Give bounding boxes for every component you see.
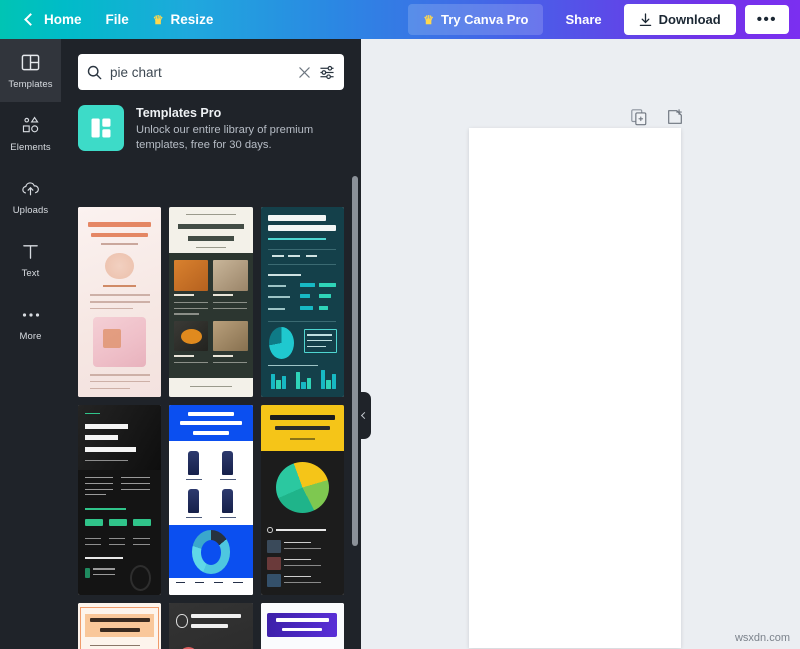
file-menu-button[interactable]: File: [94, 5, 141, 34]
top-toolbar-right-group: ♛ Try Canva Pro Share Download •••: [408, 4, 800, 35]
design-page-canvas[interactable]: [469, 128, 681, 648]
template-thumbnail[interactable]: [260, 603, 344, 649]
templates-grid-icon: [20, 52, 42, 74]
templates-panel: pie chart Templates Pro Unlock our entir…: [61, 39, 361, 649]
file-label: File: [105, 12, 129, 27]
page-tools: [629, 107, 685, 127]
template-thumbnail[interactable]: [260, 207, 344, 397]
sidebar-item-uploads[interactable]: Uploads: [0, 165, 61, 228]
sidebar-item-templates[interactable]: Templates: [0, 39, 61, 102]
home-label: Home: [44, 12, 82, 27]
templates-pro-title: Templates Pro: [136, 106, 222, 120]
templates-pro-icon: [78, 105, 124, 151]
top-toolbar: Home File ♛ Resize ♛ Try Canva Pro Share: [0, 0, 800, 39]
resize-label: Resize: [170, 12, 214, 27]
template-thumbnail[interactable]: [169, 405, 253, 595]
share-button[interactable]: Share: [552, 4, 614, 35]
templates-pro-subtitle: Unlock our entire library of premium tem…: [136, 124, 314, 152]
template-thumbnail[interactable]: [260, 405, 344, 595]
watermark-label: wsxdn.com: [734, 632, 790, 644]
templates-grid-scroll: [61, 207, 361, 649]
sidebar-item-label: Text: [21, 267, 40, 279]
template-thumbnail[interactable]: [78, 405, 162, 595]
ellipsis-icon: •••: [756, 11, 777, 28]
more-options-button[interactable]: •••: [744, 5, 789, 34]
duplicate-page-icon[interactable]: [629, 107, 649, 127]
crown-icon: ♛: [152, 12, 164, 27]
text-t-icon: [20, 241, 42, 263]
close-x-icon[interactable]: [298, 66, 311, 79]
sidebar-item-label: Elements: [10, 141, 51, 153]
download-icon: [639, 12, 651, 26]
template-thumbnail[interactable]: [169, 207, 253, 397]
template-thumbnail[interactable]: [78, 603, 162, 649]
panel-scrollbar[interactable]: [352, 176, 358, 588]
crown-icon: ♛: [423, 12, 435, 27]
add-page-icon[interactable]: [665, 107, 685, 127]
ellipsis-icon: [20, 304, 42, 326]
top-toolbar-left-group: Home File ♛ Resize: [0, 0, 225, 39]
search-bar[interactable]: pie chart: [78, 54, 344, 90]
download-button[interactable]: Download: [623, 4, 736, 35]
panel-scrollbar-thumb[interactable]: [352, 176, 358, 546]
resize-button[interactable]: ♛ Resize: [141, 5, 226, 34]
collapse-panel-handle[interactable]: [358, 392, 371, 439]
download-label: Download: [658, 12, 721, 27]
templates-pro-banner[interactable]: Templates Pro Unlock our entire library …: [61, 90, 361, 165]
try-canva-pro-button[interactable]: ♛ Try Canva Pro: [408, 4, 544, 35]
search-input[interactable]: pie chart: [110, 65, 290, 80]
canva-editor-window: Home File ♛ Resize ♛ Try Canva Pro Share: [0, 0, 800, 649]
templates-pro-text: Templates Pro Unlock our entire library …: [136, 105, 344, 153]
canvas-area: [361, 39, 800, 649]
sidebar-item-label: Templates: [8, 78, 53, 90]
try-pro-label: Try Canva Pro: [441, 12, 529, 27]
sliders-filter-icon[interactable]: [319, 65, 335, 80]
home-button[interactable]: Home: [14, 5, 94, 34]
search-icon: [87, 65, 102, 80]
chevron-left-icon: [360, 411, 369, 420]
sidebar-item-label: Uploads: [12, 204, 49, 216]
search-area: pie chart: [61, 39, 361, 90]
template-thumbnail[interactable]: [78, 207, 162, 397]
chevron-left-icon: [24, 13, 37, 26]
template-thumbnail[interactable]: [169, 603, 253, 649]
sidebar-item-label: More: [19, 330, 42, 342]
sidebar-item-text[interactable]: Text: [0, 228, 61, 291]
shapes-icon: [20, 115, 42, 137]
templates-grid: [78, 207, 344, 649]
cloud-upload-icon: [20, 178, 42, 200]
share-label: Share: [565, 12, 602, 27]
left-rail: Templates Elements Uploads Text More: [0, 39, 61, 649]
sidebar-item-more[interactable]: More: [0, 291, 61, 354]
sidebar-item-elements[interactable]: Elements: [0, 102, 61, 165]
